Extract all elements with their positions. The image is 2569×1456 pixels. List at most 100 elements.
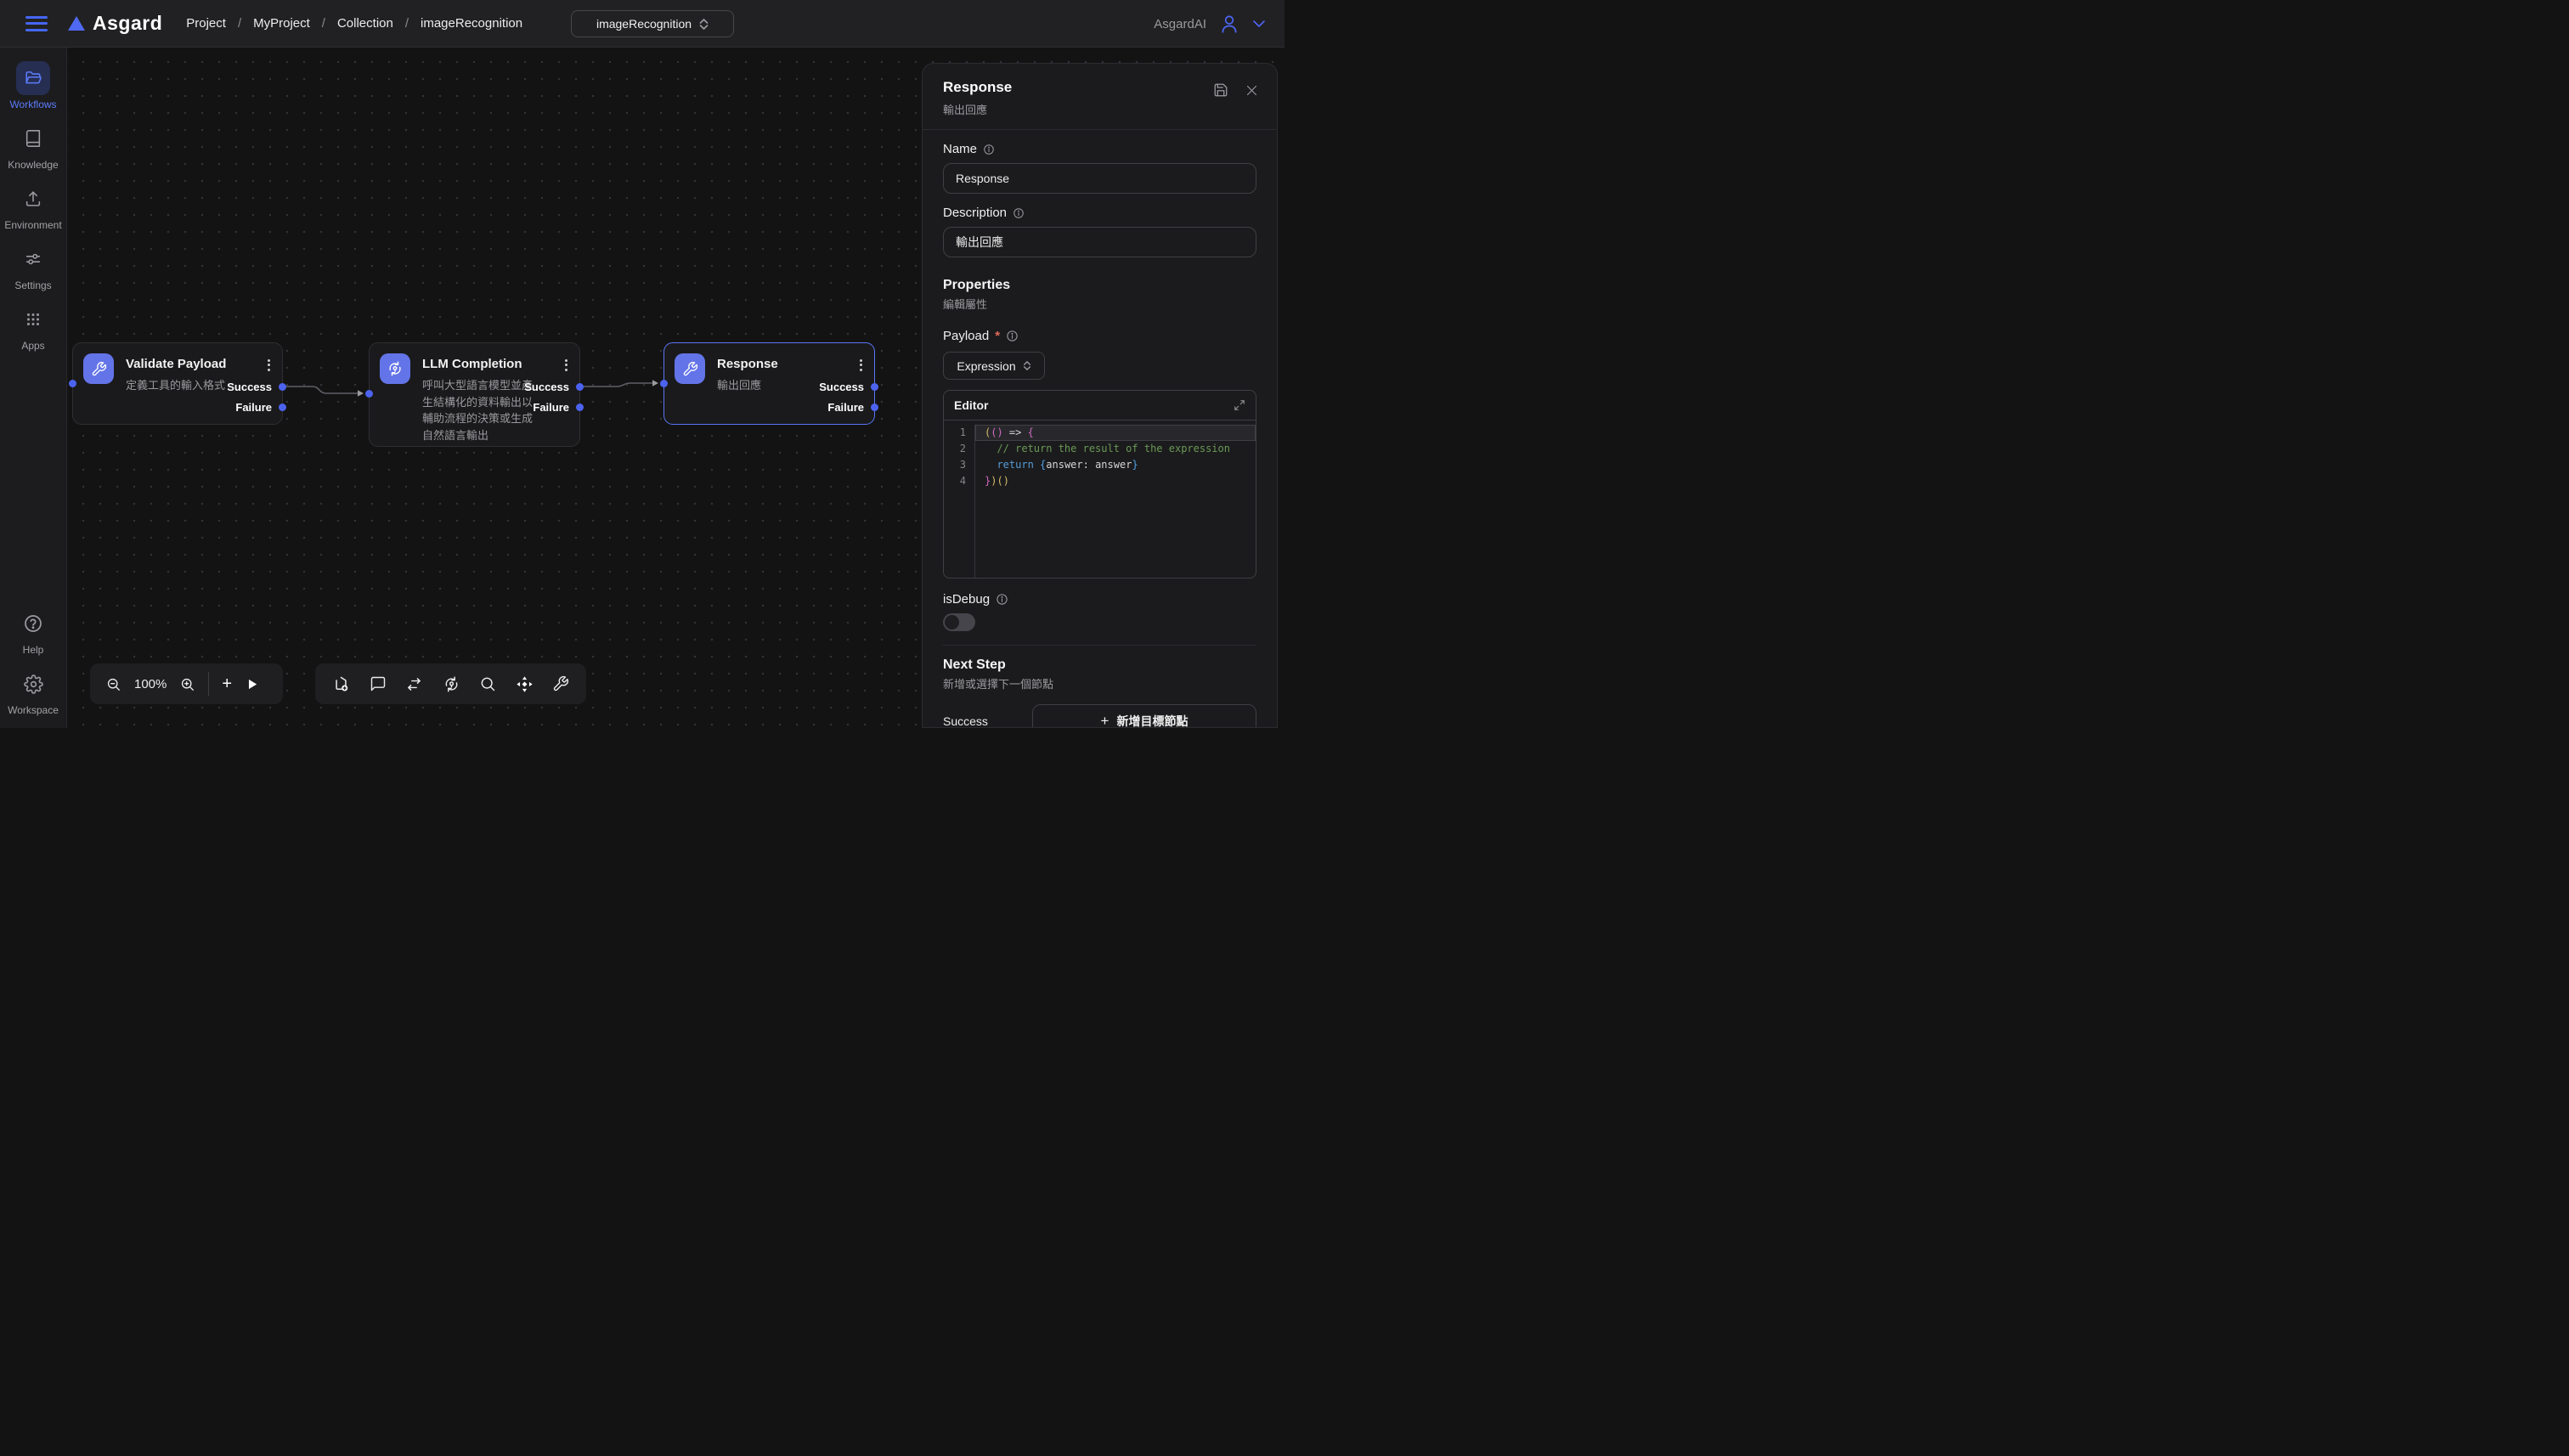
brand-logo[interactable]: Asgard <box>68 12 162 35</box>
sidebar-item-label: Workspace <box>8 704 59 716</box>
workflow-select-value: imageRecognition <box>596 17 692 31</box>
node-title: LLM Completion <box>422 357 522 371</box>
upload-icon <box>16 182 50 216</box>
comment-icon[interactable] <box>370 675 387 692</box>
output-failure-label: Failure <box>827 401 864 414</box>
required-asterisk: * <box>995 329 1000 343</box>
gear-icon <box>16 667 50 701</box>
info-icon[interactable] <box>1013 207 1025 219</box>
code-line[interactable]: 3 return {answer: answer} <box>944 457 1256 473</box>
code-lines[interactable]: 1(() => {2 // return the result of the e… <box>944 420 1256 578</box>
edge-llm-to-response <box>580 383 652 387</box>
sidebar-item-workspace[interactable]: Workspace <box>8 667 59 716</box>
workflow-select[interactable]: imageRecognition <box>571 10 734 37</box>
breadcrumb-project[interactable]: Project <box>186 16 226 31</box>
description-input[interactable]: 輸出回應 <box>943 227 1256 257</box>
sidebar-item-help[interactable]: Help <box>16 607 50 656</box>
sidebar-item-workflows[interactable]: Workflows <box>9 61 56 110</box>
sidebar-item-knowledge[interactable]: Knowledge <box>8 121 58 171</box>
payload-type-select[interactable]: Expression <box>943 352 1045 380</box>
top-navbar: Asgard Project / MyProject / Collection … <box>0 0 1284 48</box>
sidebar-item-settings[interactable]: Settings <box>14 242 51 291</box>
success-port[interactable] <box>871 383 878 391</box>
output-failure-label: Failure <box>235 401 272 414</box>
move-icon[interactable] <box>516 675 534 693</box>
panel-header: Response 輸出回應 <box>923 64 1277 130</box>
add-target-node-button[interactable]: + 新增目標節點 <box>1032 704 1256 728</box>
payload-type-value: Expression <box>957 359 1015 373</box>
kebab-menu-icon[interactable] <box>563 355 569 375</box>
add-node-icon[interactable] <box>332 675 350 693</box>
line-number: 3 <box>944 457 974 473</box>
zoom-in-icon[interactable] <box>179 676 195 692</box>
toolbar-divider <box>208 672 209 696</box>
close-icon[interactable] <box>1245 84 1258 97</box>
llm-refresh-bulb-icon[interactable] <box>443 675 460 693</box>
name-input[interactable]: Response <box>943 163 1256 194</box>
input-port[interactable] <box>660 380 668 387</box>
node-validate-payload[interactable]: Validate Payload 定義工具的輸入格式 Success Failu… <box>72 342 283 425</box>
success-port[interactable] <box>279 383 286 391</box>
breadcrumb-collection[interactable]: Collection <box>337 16 393 31</box>
search-icon[interactable] <box>479 675 496 692</box>
node-response[interactable]: Response 輸出回應 Success Failure <box>663 342 875 425</box>
info-icon[interactable] <box>1006 330 1019 342</box>
output-success-label: Success <box>524 381 569 393</box>
sidebar-item-environment[interactable]: Environment <box>4 182 61 231</box>
section-divider <box>943 645 1256 646</box>
failure-port[interactable] <box>871 404 878 411</box>
sidebar-item-label: Environment <box>4 219 61 231</box>
node-llm-completion[interactable]: LLM Completion 呼叫大型語言模型並產生結構化的資料輸出以輔助流程的… <box>369 342 580 447</box>
chevron-down-icon[interactable] <box>1252 20 1266 28</box>
isdebug-toggle[interactable] <box>943 613 975 631</box>
navbar-right: AsgardAI <box>1154 0 1266 48</box>
sidebar-item-label: Help <box>23 644 44 656</box>
toggle-knob <box>945 615 959 629</box>
editor-header: Editor <box>944 391 1256 420</box>
info-icon[interactable] <box>983 144 995 155</box>
payload-label: Payload * <box>943 329 1256 343</box>
zoom-toolbar: 100% + <box>90 663 283 704</box>
chevron-up-down-icon <box>699 19 709 30</box>
user-label: AsgardAI <box>1154 17 1206 31</box>
code-line[interactable]: 4})() <box>944 473 1256 489</box>
save-icon[interactable] <box>1213 82 1228 98</box>
run-play-icon[interactable] <box>245 677 259 691</box>
next-step-title: Next Step <box>943 657 1256 673</box>
triangle-logo-icon <box>68 16 85 31</box>
breadcrumb-separator: / <box>322 16 325 31</box>
info-icon[interactable] <box>996 593 1008 606</box>
swap-arrows-icon[interactable] <box>405 675 423 693</box>
kebab-menu-icon[interactable] <box>266 355 272 375</box>
hamburger-menu-icon[interactable] <box>25 16 48 31</box>
node-title: Response <box>717 357 778 371</box>
breadcrumb-separator: / <box>238 16 241 31</box>
input-port[interactable] <box>365 390 373 398</box>
node-subtitle: 定義工具的輸入格式 <box>126 377 225 394</box>
left-sidebar: Workflows Knowledge Environment <box>0 48 67 728</box>
app-root: Asgard Project / MyProject / Collection … <box>0 0 1284 728</box>
kebab-menu-icon[interactable] <box>858 355 864 375</box>
failure-port[interactable] <box>576 404 584 411</box>
expand-icon[interactable] <box>1234 399 1245 411</box>
sidebar-item-label: Apps <box>21 340 44 352</box>
sidebar-item-apps[interactable]: Apps <box>16 302 50 352</box>
wrench-icon <box>675 353 705 384</box>
failure-port[interactable] <box>279 404 286 411</box>
success-port[interactable] <box>576 383 584 391</box>
wrench-icon[interactable] <box>552 675 569 692</box>
breadcrumb-myproject[interactable]: MyProject <box>253 16 310 31</box>
folder-open-icon <box>16 61 50 95</box>
code-line[interactable]: 1(() => { <box>944 425 1256 441</box>
node-subtitle: 呼叫大型語言模型並產生結構化的資料輸出以輔助流程的決策或生成自然語言輸出 <box>422 377 541 443</box>
add-icon[interactable]: + <box>222 675 232 692</box>
isdebug-label: isDebug <box>943 592 1256 607</box>
zoom-out-icon[interactable] <box>105 676 121 692</box>
properties-subtitle: 編輯屬性 <box>943 296 1256 312</box>
user-avatar-icon[interactable] <box>1218 13 1240 35</box>
breadcrumb-workflow[interactable]: imageRecognition <box>421 16 522 31</box>
next-step-success-row: Success + 新增目標節點 <box>943 704 1256 728</box>
breadcrumb-separator: / <box>405 16 409 31</box>
code-line[interactable]: 2 // return the result of the expression <box>944 441 1256 457</box>
input-port[interactable] <box>69 380 76 387</box>
